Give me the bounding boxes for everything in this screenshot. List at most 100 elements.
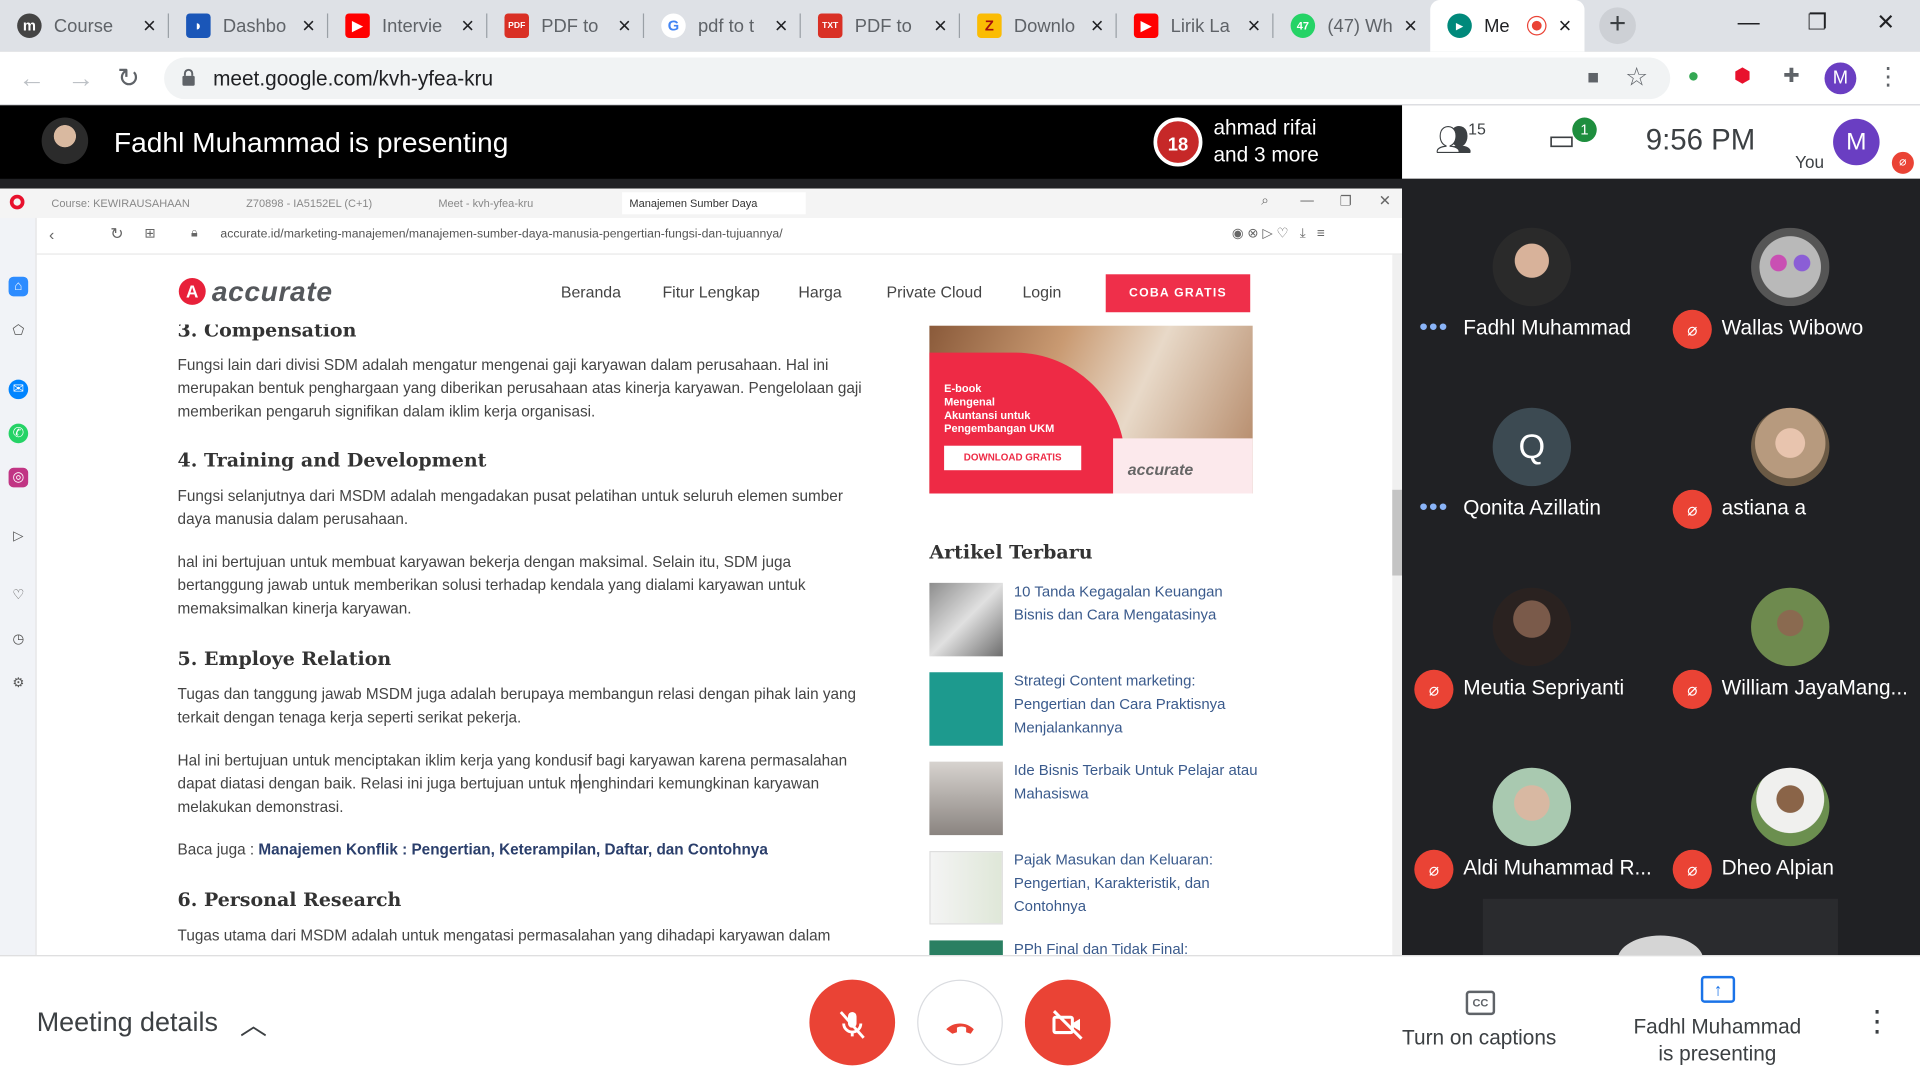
browser-menu-icon[interactable]: ⋮ [1876,61,1900,93]
youtube-icon: ▶ [1133,13,1159,38]
camera-blocked-icon[interactable]: ■ [1587,67,1599,89]
browser-tab-active[interactable]: ▸ Me × [1430,0,1585,52]
browser-tab[interactable]: m Course × [0,0,169,51]
shared-sidebar: ⌂ ⬠ ✉ ✆ ◎ ▷ ♡ ◷ ⚙ [0,217,37,956]
download-gratis-button[interactable]: DOWNLOAD GRATIS [944,445,1082,471]
people-icon[interactable]: 👥︎ [1435,122,1472,158]
browser-tab[interactable]: G pdf to t × [644,0,801,51]
related-article[interactable]: Strategi Content marketing: Pengertian d… [929,672,1272,748]
shared-lock-icon: 🔒︎ [191,226,198,241]
shared-tab-strip: Course: KEWIRAUSAHAAN Z70898 - IA5152EL … [0,188,1403,218]
nav-fitur-lengkap[interactable]: Fitur Lengkap [662,283,759,301]
raised-hand-notice[interactable]: ahmad rifai and 3 more [1213,115,1318,169]
more-options-icon[interactable]: ⋮ [1862,1004,1891,1040]
close-window-icon[interactable]: ✕ [1851,0,1920,44]
extension-globe-icon[interactable]: ● [1678,61,1710,93]
close-tab-icon[interactable]: × [299,13,319,39]
mic-off-icon: ⌀ [1672,489,1712,529]
shared-toolbar-icons: ◉ ⊗ ▷ ♡ ⤓ ≡ [1231,226,1325,242]
ebook-banner[interactable]: E-book Mengenal Akuntansi untuk Pengembanga… [929,325,1253,494]
present-screen-icon[interactable]: ↑ [1700,975,1736,1003]
meeting-details-button[interactable]: Meeting details [37,1007,218,1039]
hang-up-icon [946,1022,974,1034]
minimize-icon[interactable]: — [1714,0,1783,44]
close-tab-icon[interactable]: × [1087,13,1107,39]
participant-avatar [1492,587,1572,667]
presenter-avatar [41,117,89,165]
heart-icon: ♡ [12,587,25,603]
related-article[interactable]: PPh Final dan Tidak Final: [929,940,1272,956]
related-article[interactable]: Pajak Masukan dan Keluaran: Pengertian, … [929,851,1272,927]
nav-harga[interactable]: Harga [798,283,841,301]
close-tab-icon[interactable]: × [458,13,478,39]
participant-tile[interactable]: ⌀ Wallas Wibowo [1660,179,1918,359]
restore-icon[interactable]: ❐ [1783,0,1852,44]
adblock-icon[interactable]: ⬢ [1727,61,1759,93]
mic-toggle-button[interactable] [809,979,896,1066]
address-bar[interactable]: meet.google.com/kvh-yfea-kru ■ ☆ [164,57,1671,100]
presenting-status-button[interactable]: Fadhl Muhammad is presenting [1616,1014,1818,1068]
participant-tile[interactable]: ⌀ Dheo Alpian [1660,719,1918,899]
youtube-icon: ▶ [345,13,370,38]
speaking-dots-icon: ••• [1419,313,1449,341]
settings-icon: ⚙ [12,675,25,691]
related-article[interactable]: Ide Bisnis Terbaik Untuk Pelajar atau Ma… [929,761,1272,838]
browser-tab[interactable]: ◗ Dashbo × [169,0,329,51]
close-tab-icon[interactable]: × [771,13,791,39]
participant-tile[interactable]: ⌀ astiana a [1660,359,1918,539]
browser-tab[interactable]: Z Downlo × [960,0,1117,51]
participant-tile[interactable]: Q ••• Qonita Azillatin [1402,359,1660,539]
browser-tab[interactable]: ▶ Intervie × [328,0,488,51]
paragraph-compensation: Fungsi lain dari divisi SDM adalah menga… [177,356,862,421]
heading-personal-research: 6. Personal Research [177,887,402,912]
pdf-icon: PDF [504,13,529,38]
text-cursor [579,773,583,794]
close-tab-icon[interactable]: × [1401,13,1421,39]
shared-url: accurate.id/marketing-manajemen/manajeme… [220,227,783,242]
forward-icon[interactable]: → [64,61,98,95]
participant-tile[interactable]: ••• Fadhl Muhammad [1402,179,1660,359]
people-count: 15 [1468,120,1486,139]
paragraph-relation-2: Hal ini bertujuan untuk menciptakan ikli… [177,751,848,816]
related-article[interactable]: 10 Tanda Kegagalan Keuangan Bisnis dan C… [929,582,1272,659]
extensions-puzzle-icon[interactable]: ✚ [1776,61,1808,93]
captions-icon[interactable]: CC [1465,990,1496,1016]
article-page: A accurate Beranda Fitur Lengkap Harga P… [36,254,1394,956]
raised-hand-avatar[interactable]: 18 [1153,117,1203,167]
lock-icon [182,68,195,86]
shared-screen: Course: KEWIRAUSAHAAN Z70898 - IA5152EL … [0,188,1403,956]
close-tab-icon[interactable]: × [1244,13,1264,39]
related-thumbnail [929,582,1003,657]
nav-private-cloud[interactable]: Private Cloud [887,283,983,301]
new-tab-button[interactable]: + [1599,7,1636,45]
baca-juga-link[interactable]: Manajemen Konflik : Pengertian, Keteramp… [258,841,767,858]
back-icon[interactable]: ← [15,61,49,95]
mic-off-icon: ⌀ [1414,849,1454,889]
nav-login[interactable]: Login [1022,283,1061,301]
mic-off-icon: ⌀ [1414,669,1454,709]
profile-avatar[interactable]: M [1824,62,1857,95]
camera-toggle-button[interactable] [1024,979,1111,1066]
participant-tile[interactable]: ⌀ Meutia Sepriyanti [1402,539,1660,719]
whatsapp-icon: 47 [1290,13,1316,38]
participant-tile[interactable]: ⌀ William JayaMang... [1660,539,1918,719]
coba-gratis-button[interactable]: COBA GRATIS [1105,274,1251,313]
paragraph-relation-1: Tugas dan tanggung jawab MSDM juga adala… [177,685,857,727]
nav-beranda[interactable]: Beranda [561,283,621,301]
reload-icon[interactable]: ↻ [111,61,145,95]
participant-avatar [1751,407,1830,487]
close-tab-icon[interactable]: × [1555,13,1575,39]
chevron-up-icon[interactable]: ︿ [240,1004,267,1043]
browser-tab[interactable]: 47 (47) Wh × [1273,0,1430,51]
close-tab-icon[interactable]: × [140,13,160,39]
turn-on-captions-button[interactable]: Turn on captions [1402,1026,1556,1050]
close-tab-icon[interactable]: × [615,13,635,39]
browser-tab[interactable]: PDF PDF to × [487,0,645,51]
close-tab-icon[interactable]: × [931,13,951,39]
self-avatar[interactable]: M [1833,118,1880,166]
participant-tile[interactable]: ⌀ Aldi Muhammad R... [1402,719,1660,899]
browser-tab[interactable]: TXT PDF to × [801,0,961,51]
browser-tab[interactable]: ▶ Lirik La × [1117,0,1274,51]
bookmark-star-icon[interactable]: ☆ [1625,62,1648,93]
leave-call-button[interactable] [917,979,1003,1066]
